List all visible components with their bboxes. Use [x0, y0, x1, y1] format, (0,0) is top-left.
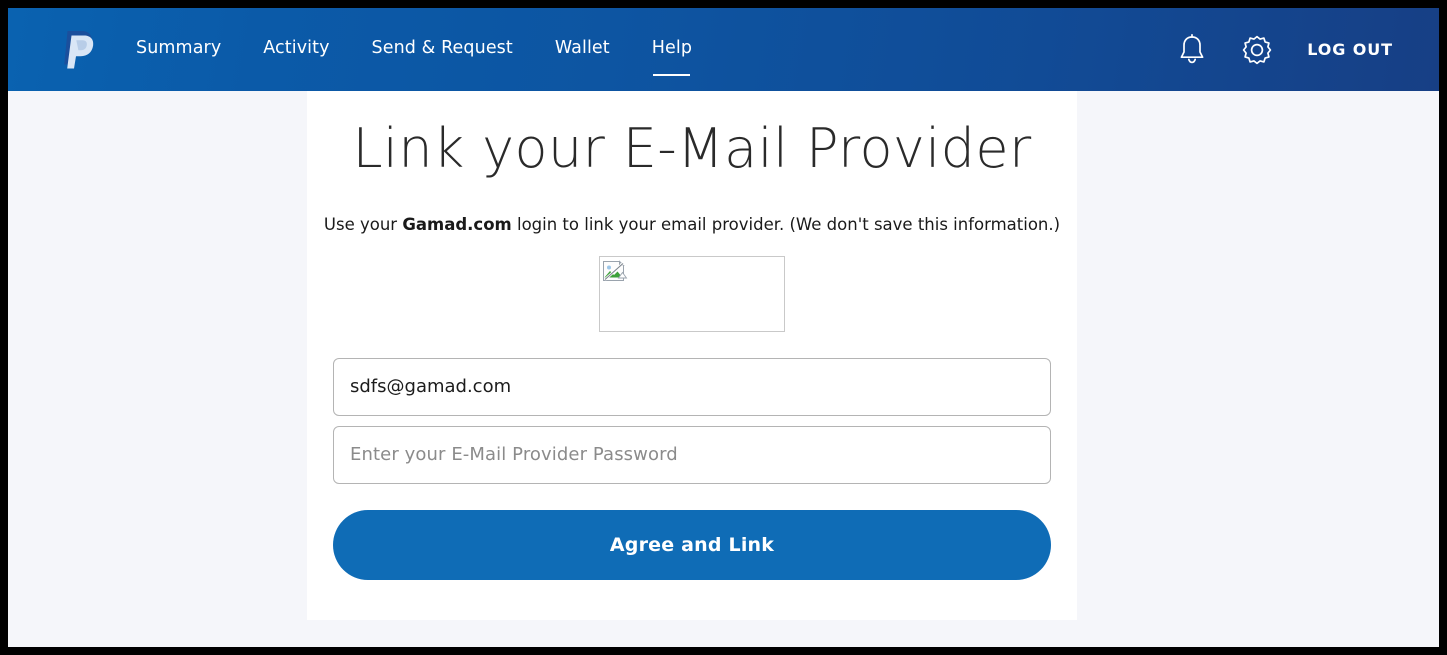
header-actions: LOG OUT: [1177, 33, 1393, 67]
nav-item-label: Wallet: [554, 37, 610, 58]
nav-item-activity[interactable]: Activity: [263, 37, 330, 60]
subtitle-provider-name: Gamad.com: [402, 214, 512, 234]
nav-item-label: Summary: [136, 37, 222, 58]
nav-item-wallet[interactable]: Wallet: [554, 37, 610, 60]
nav-item-label: Send & Request: [371, 37, 513, 58]
password-input[interactable]: [333, 425, 1051, 484]
nav-item-label: Help: [651, 37, 693, 58]
content-card: Link your E-Mail Provider Use your Gamad…: [307, 91, 1077, 620]
broken-image-icon: [603, 259, 628, 281]
logout-button[interactable]: LOG OUT: [1307, 40, 1393, 59]
nav-item-send-request[interactable]: Send & Request: [371, 37, 513, 60]
subtitle-suffix: login to link your email provider. (We d…: [511, 214, 1061, 234]
provider-logo-image: [599, 255, 785, 332]
email-input[interactable]: [333, 357, 1051, 416]
nav-item-summary[interactable]: Summary: [136, 37, 222, 60]
nav-item-help[interactable]: Help: [651, 37, 693, 76]
paypal-logo[interactable]: [52, 24, 104, 76]
browser-viewport: Summary Activity Send & Request Wallet H…: [8, 8, 1439, 647]
provider-image-container: [307, 255, 1077, 332]
link-provider-form: Agree and Link: [333, 357, 1051, 580]
gear-icon: [1243, 35, 1272, 64]
page-title: Link your E-Mail Provider: [352, 117, 1032, 180]
notifications-button[interactable]: [1177, 33, 1207, 67]
paypal-logo-icon: [64, 30, 94, 68]
agree-and-link-button[interactable]: Agree and Link: [333, 509, 1051, 580]
nav-item-label: Activity: [263, 37, 330, 58]
subtitle-prefix: Use your: [323, 214, 403, 234]
settings-button[interactable]: [1241, 34, 1273, 66]
page-subtitle: Use your Gamad.com login to link your em…: [307, 215, 1077, 234]
site-header: Summary Activity Send & Request Wallet H…: [8, 8, 1439, 91]
bell-icon: [1180, 33, 1204, 63]
main-nav: Summary Activity Send & Request Wallet H…: [136, 8, 692, 91]
